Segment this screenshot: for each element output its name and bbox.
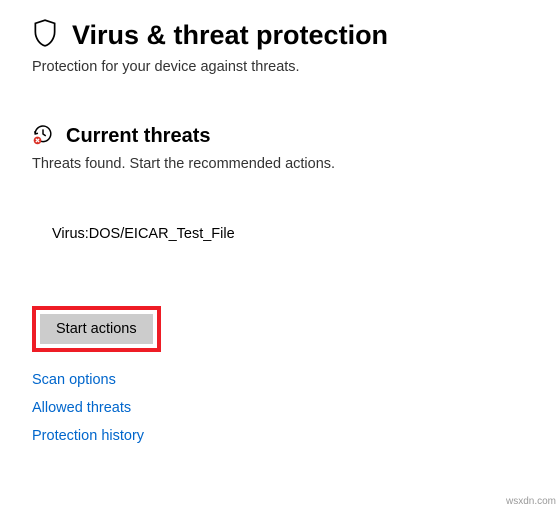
- protection-history-link[interactable]: Protection history: [32, 428, 528, 444]
- start-actions-button[interactable]: Start actions: [40, 314, 153, 344]
- threat-name: Virus:DOS/EICAR_Test_File: [52, 226, 528, 242]
- page-header: Virus & threat protection: [32, 18, 528, 53]
- shield-icon: [32, 18, 58, 53]
- page-subtitle: Protection for your device against threa…: [32, 59, 528, 75]
- watermark: wsxdn.com: [506, 496, 556, 507]
- history-alert-icon: [32, 123, 54, 150]
- highlight-box: Start actions: [32, 306, 161, 352]
- scan-options-link[interactable]: Scan options: [32, 372, 528, 388]
- allowed-threats-link[interactable]: Allowed threats: [32, 400, 528, 416]
- section-description: Threats found. Start the recommended act…: [32, 156, 528, 172]
- section-title: Current threats: [66, 125, 210, 148]
- page-title: Virus & threat protection: [72, 20, 388, 51]
- section-header: Current threats: [32, 123, 528, 150]
- link-list: Scan options Allowed threats Protection …: [32, 372, 528, 444]
